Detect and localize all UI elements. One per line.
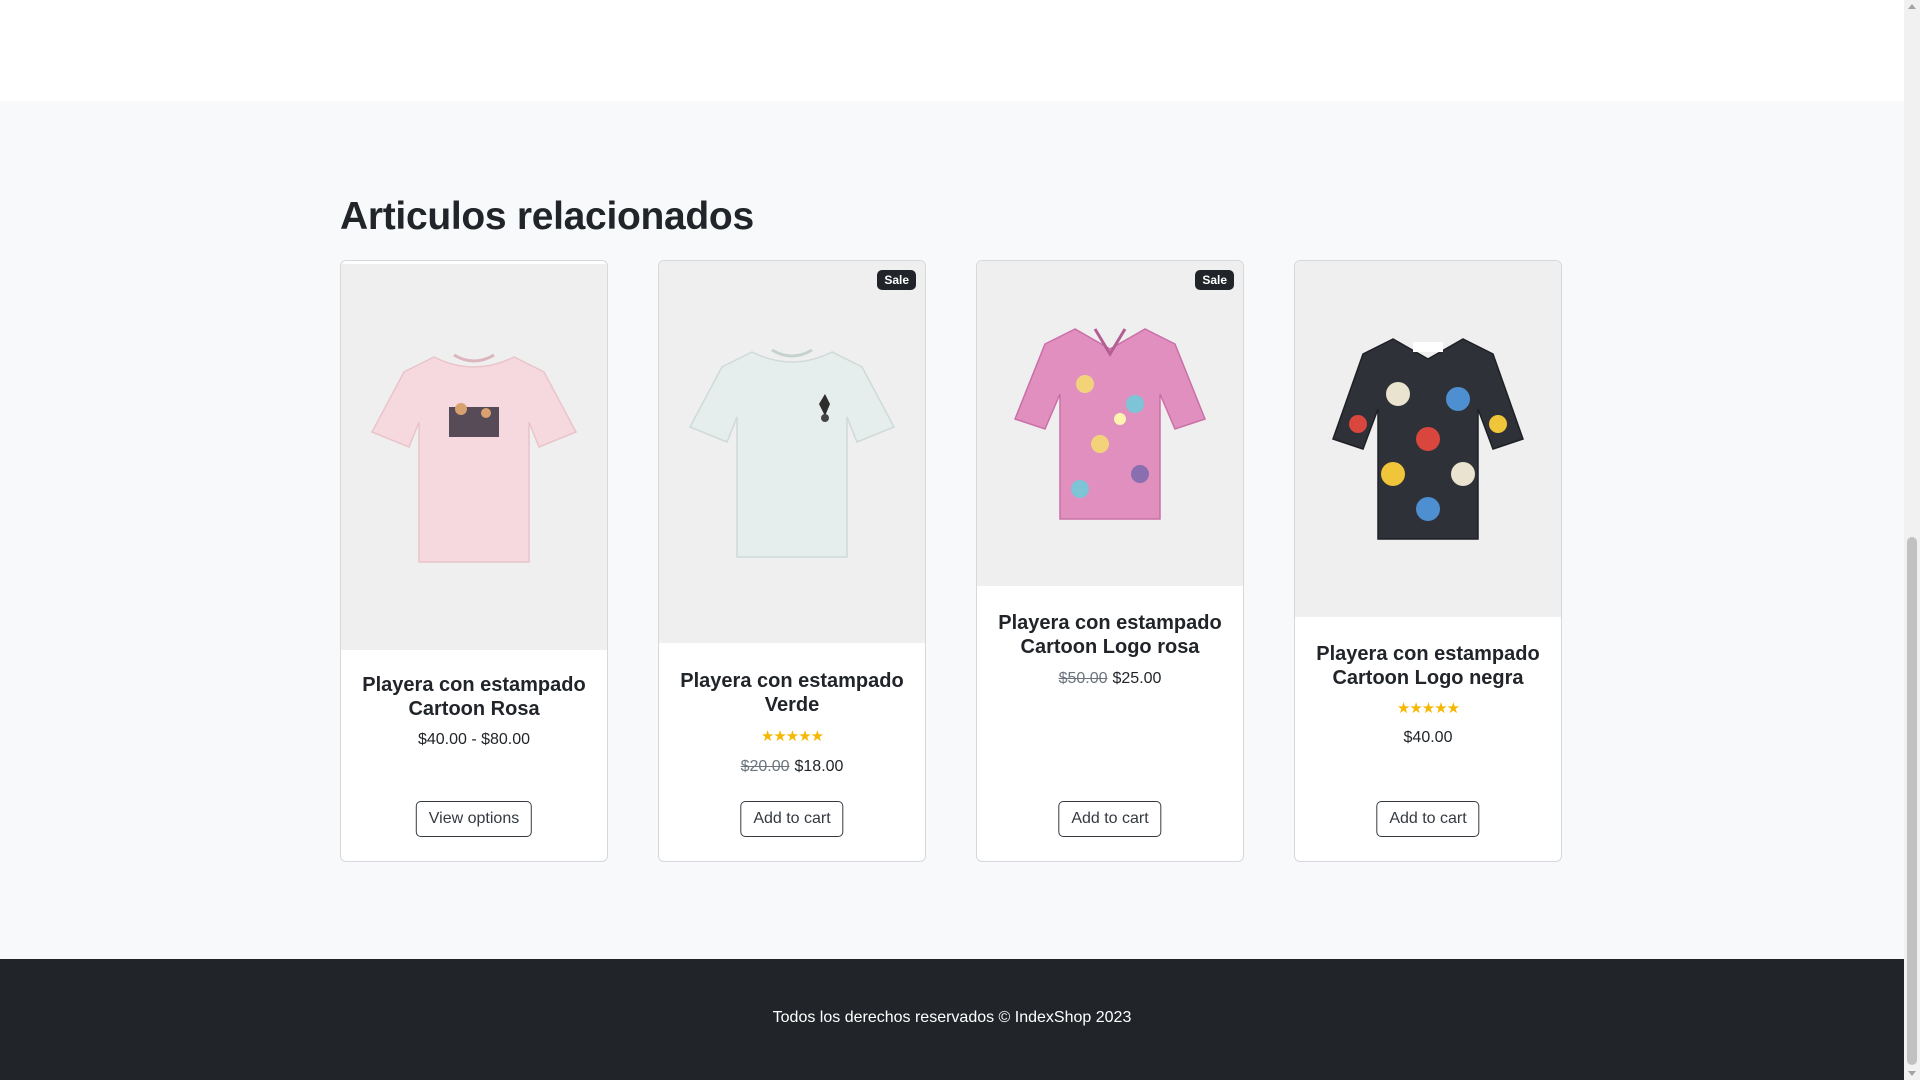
footer: Todos los derechos reservados © IndexSho… (0, 959, 1904, 1080)
add-to-cart-button[interactable]: Add to cart (1376, 801, 1480, 837)
copyright-text: Todos los derechos reservados © IndexSho… (772, 1009, 1132, 1026)
page: Articulos relacionados Playera con estam… (0, 0, 1904, 1080)
add-to-cart-button[interactable]: Add to cart (740, 801, 844, 837)
view-options-button[interactable]: View options (415, 801, 533, 837)
black-print-shirt-image[interactable] (1295, 261, 1561, 617)
sale-price: $18.00 (794, 758, 844, 775)
old-price: $20.00 (740, 758, 790, 775)
section-title: Articulos relacionados (340, 195, 754, 238)
product-name[interactable]: Playera con estampado Cartoon Logo rosa (987, 611, 1233, 659)
mint-tshirt-image[interactable] (659, 261, 925, 643)
related-products-section: Articulos relacionados Playera con estam… (0, 101, 1904, 959)
product-price: $20.00 $18.00 (659, 758, 925, 776)
pink-print-shirt-image[interactable] (977, 261, 1243, 586)
product-price: $40.00 (1295, 729, 1561, 747)
vertical-scrollbar[interactable] (1904, 0, 1920, 1080)
sale-badge: Sale (877, 270, 916, 290)
scroll-up-arrow-icon[interactable] (1908, 4, 1916, 9)
scrollbar-thumb[interactable] (1907, 537, 1917, 1065)
old-price: $50.00 (1058, 670, 1108, 687)
rating-stars: ★★★★★ (760, 728, 824, 745)
sale-price: $25.00 (1112, 670, 1162, 687)
product-card[interactable]: Playera con estampado Cartoon Rosa $40.0… (340, 260, 608, 862)
product-card[interactable]: Playera con estampado Cartoon Logo negra… (1294, 260, 1562, 862)
product-card[interactable]: Sale Playera con estampado Cartoon Logo … (976, 260, 1244, 862)
add-to-cart-button[interactable]: Add to cart (1058, 801, 1162, 837)
rating-stars: ★★★★★ (1396, 700, 1460, 717)
product-price-value: $40.00 (1403, 729, 1453, 746)
product-price: $40.00 - $80.00 (341, 731, 607, 749)
product-price: $50.00 $25.00 (977, 670, 1243, 688)
price-range: $40.00 - $80.00 (417, 731, 531, 748)
product-name[interactable]: Playera con estampado Cartoon Rosa (351, 673, 597, 721)
product-name[interactable]: Playera con estampado Verde (669, 669, 915, 717)
product-name[interactable]: Playera con estampado Cartoon Logo negra (1305, 642, 1551, 690)
scroll-down-arrow-icon[interactable] (1908, 1071, 1916, 1076)
pink-tshirt-image[interactable] (341, 264, 607, 650)
sale-badge: Sale (1195, 270, 1234, 290)
product-card[interactable]: Sale Playera con estampado Verde ★★★★★ $… (658, 260, 926, 862)
top-content-area (0, 0, 1904, 101)
